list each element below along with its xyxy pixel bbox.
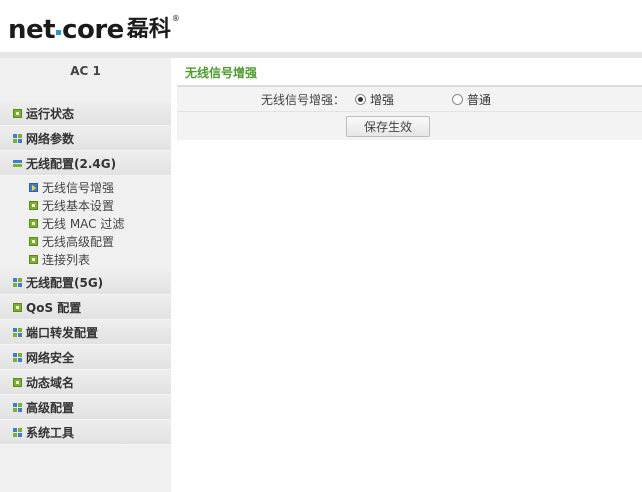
grid-icon bbox=[13, 133, 22, 143]
square-icon bbox=[29, 254, 38, 264]
main-content: 无线信号增强 无线信号增强： 增强 普通 保存生效 bbox=[177, 58, 642, 140]
submenu-item-label: 连接列表 bbox=[42, 252, 91, 267]
section-title: 无线信号增强 bbox=[177, 58, 642, 87]
sidebar-item-network-params[interactable]: 网络参数 bbox=[0, 126, 171, 151]
sidebar-item-label: 动态域名 bbox=[26, 375, 75, 390]
radio-boost[interactable]: 增强 bbox=[355, 91, 394, 108]
sidebar-item-label: QoS 配置 bbox=[26, 300, 82, 315]
submenu-item-label: 无线基本设置 bbox=[42, 198, 115, 213]
device-title: AC 1 bbox=[70, 64, 101, 78]
sidebar-item-label: 无线配置(5G) bbox=[26, 275, 104, 290]
registered-mark: ® bbox=[171, 14, 180, 23]
sidebar-item-label: 无线配置(2.4G) bbox=[26, 156, 117, 171]
radio-boost-label: 增强 bbox=[370, 92, 395, 107]
arrow-icon bbox=[29, 182, 38, 192]
logo-text-net: net bbox=[8, 15, 56, 45]
netcore-logo: net core 磊科 ® bbox=[8, 12, 180, 44]
signal-boost-label: 无线信号增强： bbox=[260, 92, 345, 107]
radio-boost-circle[interactable] bbox=[355, 93, 366, 105]
submenu-item-connection-list[interactable]: 连接列表 bbox=[0, 250, 171, 268]
submenu-item-advanced[interactable]: 无线高级配置 bbox=[0, 232, 171, 250]
sidebar-item-advanced-config[interactable]: 高级配置 bbox=[0, 395, 171, 420]
sidebar-item-wireless-24g[interactable]: 无线配置(2.4G) bbox=[0, 151, 171, 176]
sidebar-item-label: 网络参数 bbox=[26, 131, 75, 146]
grid-icon bbox=[13, 277, 22, 287]
button-row: 保存生效 bbox=[177, 112, 642, 140]
sidebar-menu: 运行状态 网络参数 无线配置(2.4G) 无线信号增强 无线基本设置 无线 MA… bbox=[0, 101, 171, 445]
signal-boost-row: 无线信号增强： 增强 普通 bbox=[177, 87, 642, 112]
logo-dot bbox=[56, 30, 62, 35]
sidebar-item-label: 网络安全 bbox=[26, 350, 75, 365]
sidebar-item-system-tools[interactable]: 系统工具 bbox=[0, 420, 171, 445]
header: net core 磊科 ® bbox=[0, 0, 642, 52]
radio-normal-circle[interactable] bbox=[452, 93, 464, 105]
submenu-item-basic-settings[interactable]: 无线基本设置 bbox=[0, 196, 171, 214]
sidebar-item-port-forwarding[interactable]: 端口转发配置 bbox=[0, 320, 171, 345]
sidebar-item-label: 端口转发配置 bbox=[26, 325, 99, 340]
save-button[interactable]: 保存生效 bbox=[346, 115, 430, 137]
submenu-item-mac-filter[interactable]: 无线 MAC 过滤 bbox=[0, 214, 171, 232]
wireless-24g-submenu: 无线信号增强 无线基本设置 无线 MAC 过滤 无线高级配置 连接列表 bbox=[0, 176, 171, 270]
grid-icon bbox=[13, 327, 22, 337]
square-icon bbox=[29, 236, 38, 246]
square-icon bbox=[13, 108, 22, 118]
sidebar-item-wireless-5g[interactable]: 无线配置(5G) bbox=[0, 270, 171, 295]
logo-text-core: core bbox=[62, 15, 124, 45]
submenu-item-label: 无线 MAC 过滤 bbox=[42, 216, 125, 231]
square-icon bbox=[13, 302, 22, 312]
grid-icon bbox=[13, 427, 22, 437]
square-icon bbox=[29, 200, 38, 210]
sidebar: AC 1 运行状态 网络参数 无线配置(2.4G) 无线信号增强 无线基本设置 bbox=[0, 58, 171, 492]
submenu-item-label: 无线信号增强 bbox=[42, 180, 115, 195]
submenu-item-label: 无线高级配置 bbox=[42, 234, 115, 249]
radio-normal-label: 普通 bbox=[467, 92, 492, 107]
sidebar-item-qos[interactable]: QoS 配置 bbox=[0, 295, 171, 320]
sidebar-item-label: 运行状态 bbox=[26, 106, 75, 121]
square-icon bbox=[13, 377, 22, 387]
logo-text-cn: 磊科 bbox=[126, 17, 171, 42]
sidebar-item-label: 系统工具 bbox=[26, 425, 75, 440]
sidebar-item-status[interactable]: 运行状态 bbox=[0, 101, 171, 126]
sidebar-item-ddns[interactable]: 动态域名 bbox=[0, 370, 171, 395]
grid-icon bbox=[13, 352, 22, 362]
square-icon bbox=[29, 218, 38, 228]
grid-icon bbox=[13, 402, 22, 412]
expanded-bars-icon bbox=[13, 158, 22, 168]
submenu-item-signal-boost[interactable]: 无线信号增强 bbox=[0, 178, 171, 196]
radio-normal[interactable]: 普通 bbox=[452, 91, 491, 108]
sidebar-item-security[interactable]: 网络安全 bbox=[0, 345, 171, 370]
sidebar-item-label: 高级配置 bbox=[26, 400, 75, 415]
